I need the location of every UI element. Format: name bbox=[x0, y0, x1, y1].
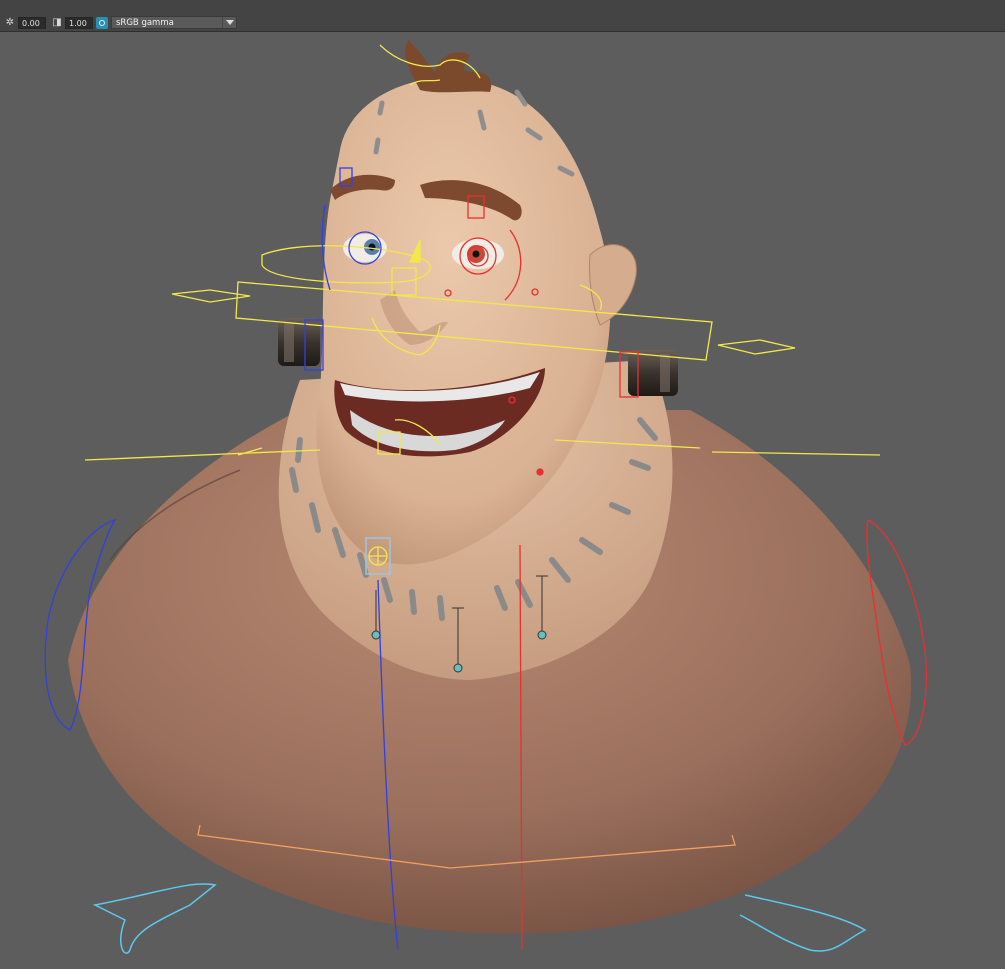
chevron-down-icon[interactable] bbox=[222, 17, 236, 28]
character-ear bbox=[589, 244, 637, 326]
ground-control-curve-right bbox=[739, 894, 867, 952]
color-management-icon[interactable] bbox=[96, 16, 108, 29]
viewport-scene[interactable] bbox=[0, 32, 1005, 966]
right-pupil bbox=[472, 250, 480, 258]
left-pupil bbox=[368, 243, 376, 251]
exposure-input[interactable]: 0.00 bbox=[18, 16, 46, 29]
hair-tuft bbox=[405, 40, 492, 93]
color-space-label: sRGB gamma bbox=[116, 17, 174, 28]
gamma-icon[interactable]: ◨ bbox=[51, 17, 63, 29]
ground-control-curve-left bbox=[92, 883, 217, 954]
viewport-toolbar: ✲ 0.00 ◨ 1.00 sRGB gamma bbox=[0, 14, 1005, 32]
color-space-dropdown[interactable]: sRGB gamma bbox=[111, 16, 237, 29]
3d-viewport[interactable] bbox=[0, 32, 1005, 966]
menu-bar bbox=[0, 0, 1005, 15]
exposure-icon[interactable]: ✲ bbox=[4, 17, 16, 29]
gamma-input[interactable]: 1.00 bbox=[65, 16, 93, 29]
